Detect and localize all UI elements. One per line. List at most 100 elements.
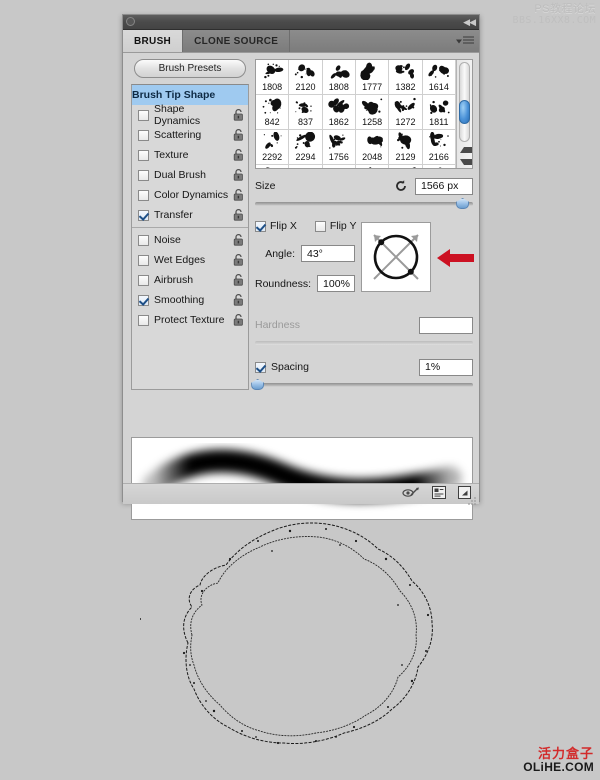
panel-menu-icon[interactable]: [456, 36, 474, 46]
checkbox-color-dynamics[interactable]: [138, 189, 149, 201]
brush-tip-cell[interactable]: 842: [256, 95, 290, 130]
panel-close-circle-icon[interactable]: [126, 17, 135, 26]
panel-resize-grip[interactable]: [467, 493, 477, 505]
hardness-value-input[interactable]: [419, 316, 473, 334]
lock-icon[interactable]: [233, 128, 244, 141]
brush-tip-cell[interactable]: 1777: [355, 60, 390, 95]
spacing-value-input[interactable]: 1%: [419, 358, 473, 376]
brush-option-wet-edges[interactable]: Wet Edges: [132, 250, 248, 270]
brush-tip-cell[interactable]: [289, 165, 323, 168]
brush-option-airbrush[interactable]: Airbrush: [132, 270, 248, 290]
checkbox-smoothing[interactable]: [138, 294, 149, 306]
brush-tip-cell[interactable]: 1811: [422, 95, 456, 130]
checkbox-wet-edges[interactable]: [138, 254, 149, 266]
size-slider-track[interactable]: [255, 202, 473, 206]
size-slider-knob[interactable]: [456, 198, 470, 209]
brush-tip-cell[interactable]: 1272: [389, 95, 423, 130]
brush-option-smoothing[interactable]: Smoothing: [132, 290, 248, 310]
brush-option-color-dynamics[interactable]: Color Dynamics: [132, 185, 248, 205]
brush-option-noise[interactable]: Noise: [132, 230, 248, 250]
brush-option-scattering[interactable]: Scattering: [132, 125, 248, 145]
brush-tip-cell[interactable]: 837: [289, 95, 323, 130]
brush-tip-cell[interactable]: 2048: [355, 130, 390, 165]
spacing-slider-track[interactable]: [255, 383, 473, 387]
flip-x-checkbox[interactable]: [255, 220, 266, 232]
brush-presets-button[interactable]: Brush Presets: [134, 59, 246, 78]
flip-x-label: Flip X: [270, 220, 297, 232]
spacing-slider-knob[interactable]: [251, 379, 265, 390]
brush-option-label: Dual Brush: [154, 169, 206, 181]
panel-titlebar[interactable]: ◀◀: [123, 15, 479, 30]
brush-option-shape-dynamics[interactable]: Shape Dynamics: [132, 103, 248, 127]
lock-icon[interactable]: [233, 233, 244, 246]
brush-tip-cell[interactable]: 2166: [422, 130, 456, 165]
brush-tip-scrollbar[interactable]: [456, 60, 472, 168]
tab-clone-source[interactable]: CLONE SOURCE: [183, 30, 291, 52]
brush-tip-size-label: 2292: [262, 152, 283, 162]
reset-size-icon[interactable]: [394, 179, 408, 193]
lock-icon[interactable]: [233, 148, 244, 161]
lock-icon[interactable]: [233, 293, 244, 306]
brush-tip-grid[interactable]: 1808 2120 1808 1777 1382 1614 842 837 1862 1258 12…: [256, 60, 456, 168]
brush-preview-toggle-icon[interactable]: [402, 486, 420, 504]
brush-option-transfer[interactable]: Transfer: [132, 205, 248, 225]
lock-icon[interactable]: [233, 273, 244, 286]
brush-presets-label: Brush Presets: [158, 63, 222, 74]
size-value-input[interactable]: 1566 px: [415, 177, 473, 195]
brush-tip-cell[interactable]: [389, 165, 423, 168]
lock-icon[interactable]: [233, 188, 244, 201]
checkbox-noise[interactable]: [138, 234, 149, 246]
brush-tip-cell[interactable]: 2129: [389, 130, 423, 165]
brush-option-brush-tip-shape[interactable]: Brush Tip Shape: [132, 85, 248, 105]
brush-tip-cell[interactable]: [422, 165, 456, 168]
lock-icon[interactable]: [233, 108, 244, 121]
checkbox-shape-dynamics[interactable]: [138, 109, 149, 121]
brush-option-texture[interactable]: Texture: [132, 145, 248, 165]
angle-value-input[interactable]: 43°: [301, 245, 355, 262]
brush-option-protect-texture[interactable]: Protect Texture: [132, 310, 248, 330]
scroll-down-arrow-icon[interactable]: [460, 159, 472, 165]
spacing-slider[interactable]: [251, 379, 473, 392]
toggle-options-icon[interactable]: [432, 486, 446, 504]
lock-icon[interactable]: [233, 253, 244, 266]
lock-icon[interactable]: [233, 168, 244, 181]
checkbox-airbrush[interactable]: [138, 274, 149, 286]
brush-tip-cell[interactable]: 2294: [289, 130, 323, 165]
brush-tip-thumbnail-icon: [259, 131, 285, 150]
brush-tip-cell[interactable]: 1862: [322, 95, 356, 130]
flip-y-checkbox[interactable]: [314, 220, 326, 232]
brush-option-dual-brush[interactable]: Dual Brush: [132, 165, 248, 185]
brush-tip-cell[interactable]: 2292: [256, 130, 290, 165]
brush-tip-cell[interactable]: 1258: [355, 95, 390, 130]
brush-option-label: Scattering: [154, 129, 202, 141]
roundness-value-input[interactable]: 100%: [317, 275, 355, 292]
size-slider[interactable]: [255, 198, 473, 211]
checkbox-scattering[interactable]: [138, 129, 149, 141]
scrollbar-thumb[interactable]: [459, 100, 470, 124]
lock-icon[interactable]: [233, 313, 244, 326]
brush-tip-size-label: 1258: [362, 117, 383, 127]
brush-tip-cell[interactable]: 1808: [256, 60, 290, 95]
brush-tip-cell[interactable]: 1614: [422, 60, 456, 95]
brush-tip-cell[interactable]: 1382: [389, 60, 423, 95]
lock-icon[interactable]: [233, 208, 244, 221]
collapse-panel-icon[interactable]: ◀◀: [463, 16, 476, 28]
scroll-up-arrow-icon[interactable]: [460, 147, 472, 153]
brush-tip-cell[interactable]: [322, 165, 356, 168]
brush-tip-cell[interactable]: 2120: [289, 60, 323, 95]
tab-brush[interactable]: BRUSH: [123, 30, 184, 52]
brush-tip-thumbnail-icon: [326, 167, 352, 168]
checkbox-protect-texture[interactable]: [138, 314, 149, 326]
red-pointer-arrow-icon: [437, 248, 475, 268]
brush-tip-thumbnail-icon: [326, 132, 352, 150]
brush-tip-cell[interactable]: 1756: [322, 130, 356, 165]
brush-tip-cell[interactable]: 1808: [322, 60, 356, 95]
brush-tip-cell[interactable]: [256, 165, 290, 168]
spacing-checkbox[interactable]: [255, 361, 266, 373]
brush-tip-size-label: 1756: [328, 152, 349, 162]
brush-tip-cell[interactable]: [355, 165, 390, 168]
angle-roundness-dial[interactable]: [361, 222, 431, 292]
checkbox-transfer[interactable]: [138, 209, 149, 221]
checkbox-dual-brush[interactable]: [138, 169, 149, 181]
checkbox-texture[interactable]: [138, 149, 149, 161]
